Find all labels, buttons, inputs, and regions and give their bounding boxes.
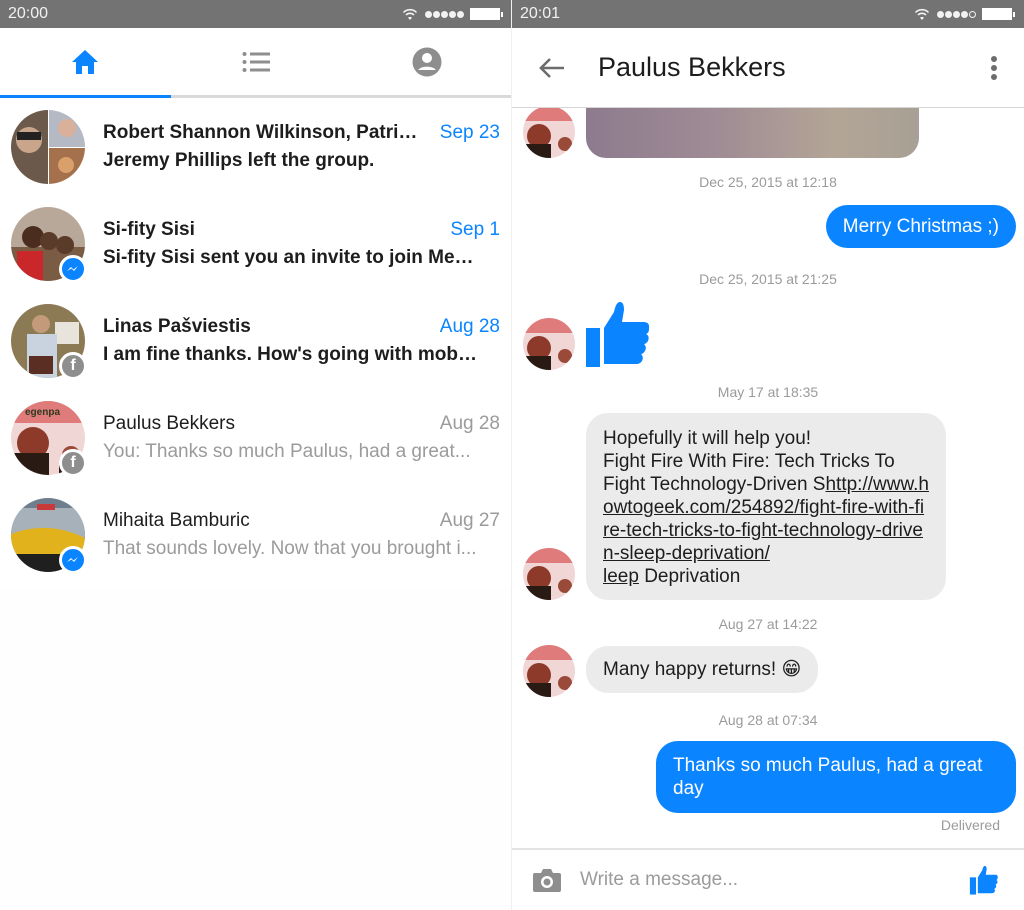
conversation-date: Sep 23 [439,121,500,143]
message-composer [512,848,1024,910]
conversation-item[interactable]: Mihaita Bamburic Aug 27 That sounds love… [0,486,512,583]
conversation-item[interactable]: Si-fity Sisi Sep 1 Si-fity Sisi sent you… [0,195,512,292]
conversation-snippet: That sounds lovely. Now that you brought… [103,537,477,559]
send-like-button[interactable] [954,850,1014,910]
camera-button[interactable] [514,850,580,910]
message-timestamp: Aug 28 at 07:34 [718,712,818,728]
arrow-left-icon [539,57,564,78]
battery-icon [470,8,503,20]
conversation-item[interactable]: f Linas Pašviestis Aug 28 I am fine than… [0,292,512,389]
tab-home[interactable] [0,28,171,98]
message-thread[interactable]: Dec 25, 2015 at 12:18 Merry Christmas ;)… [512,108,1024,848]
wifi-icon [402,8,418,20]
conversation-item[interactable]: Robert Shannon Wilkinson, Patrick... Sep… [0,98,512,195]
outgoing-message[interactable]: Merry Christmas ;) [825,205,1016,248]
avatar [11,109,85,184]
sender-avatar[interactable] [523,108,575,158]
conversation-name: Si-fity Sisi [103,218,195,240]
message-timestamp: Dec 25, 2015 at 12:18 [699,174,837,190]
svg-text:egenpa: egenpa [25,407,60,418]
tab-bar [0,28,512,98]
conversation-list: Robert Shannon Wilkinson, Patrick... Sep… [0,98,512,583]
conversation-snippet: Jeremy Phillips left the group. [103,149,375,171]
chat-header: Paulus Bekkers [512,28,1024,108]
conversation-item[interactable]: egenpa f Paulus Bekkers Aug 28 You: Than… [0,389,512,486]
messenger-badge-icon [59,254,87,283]
conversation-date: Aug 28 [439,412,500,434]
message-timestamp: Aug 27 at 14:22 [718,616,818,632]
message-text: Hopefully it will help you! [603,428,812,449]
conversation-snippet: I am fine thanks. How's going with mobil… [103,343,495,365]
delivery-status: Delivered [940,817,1000,833]
tab-list[interactable] [171,28,342,95]
more-options-button[interactable] [964,28,1024,108]
message-text: Many happy returns! [603,659,782,680]
message-input[interactable] [580,869,954,891]
battery-icon [982,8,1015,20]
conversation-name: Robert Shannon Wilkinson, Patrick... [103,121,426,143]
sender-avatar[interactable] [523,645,575,697]
back-button[interactable] [512,28,592,108]
conversation-date: Aug 27 [439,509,500,531]
thumbs-up-icon [969,865,998,895]
chat-title: Paulus Bekkers [598,52,786,82]
conversation-date: Sep 1 [450,218,500,240]
person-circle-icon [412,47,442,76]
message-text: Deprivation [638,566,741,587]
status-bar: 20:00 [0,0,512,28]
more-vertical-icon [991,55,997,80]
signal-strength-icon [425,10,464,18]
message-timestamp: Dec 25, 2015 at 21:25 [699,271,837,287]
status-time: 20:01 [520,5,561,22]
conversation-snippet: You: Thanks so much Paulus, had a great.… [103,440,471,462]
messenger-badge-icon [59,545,87,574]
conversation-name: Paulus Bekkers [103,412,236,434]
status-bar: 20:01 [512,0,1024,28]
conversation-list-screen: 20:00 Robert Shannon Wilkinson, Patrick.… [0,0,512,910]
grinning-emoji-icon: 😁 [781,659,802,680]
chat-screen: 20:01 Paulus Bekkers Dec 25, 2015 at 12:… [512,0,1024,910]
tab-profile[interactable] [341,28,512,95]
thumbs-up-icon [586,302,650,367]
signal-strength-icon [937,10,976,18]
conversation-date: Aug 28 [439,315,500,337]
sender-avatar[interactable] [523,548,575,600]
conversation-snippet: Si-fity Sisi sent you an invite to join … [103,246,492,268]
wifi-icon [914,8,930,20]
camera-icon [533,869,561,892]
status-time: 20:00 [8,5,49,22]
image-message[interactable] [586,108,919,158]
message-timestamp: May 17 at 18:35 [717,384,819,400]
incoming-message[interactable]: Hopefully it will help you! Fight Fire W… [586,413,946,600]
facebook-badge-icon: f [59,448,87,477]
facebook-badge-icon: f [59,351,87,380]
incoming-message[interactable]: Many happy returns! 😁 [586,646,819,693]
conversation-name: Linas Pašviestis [103,315,251,337]
home-icon [72,49,99,74]
like-sticker-message[interactable] [586,300,650,373]
list-empty-area [0,588,512,910]
outgoing-message[interactable]: Thanks so much Paulus, had a great day [656,741,1016,813]
conversation-name: Mihaita Bamburic [103,509,250,531]
sender-avatar[interactable] [523,318,575,370]
list-icon [242,51,270,72]
